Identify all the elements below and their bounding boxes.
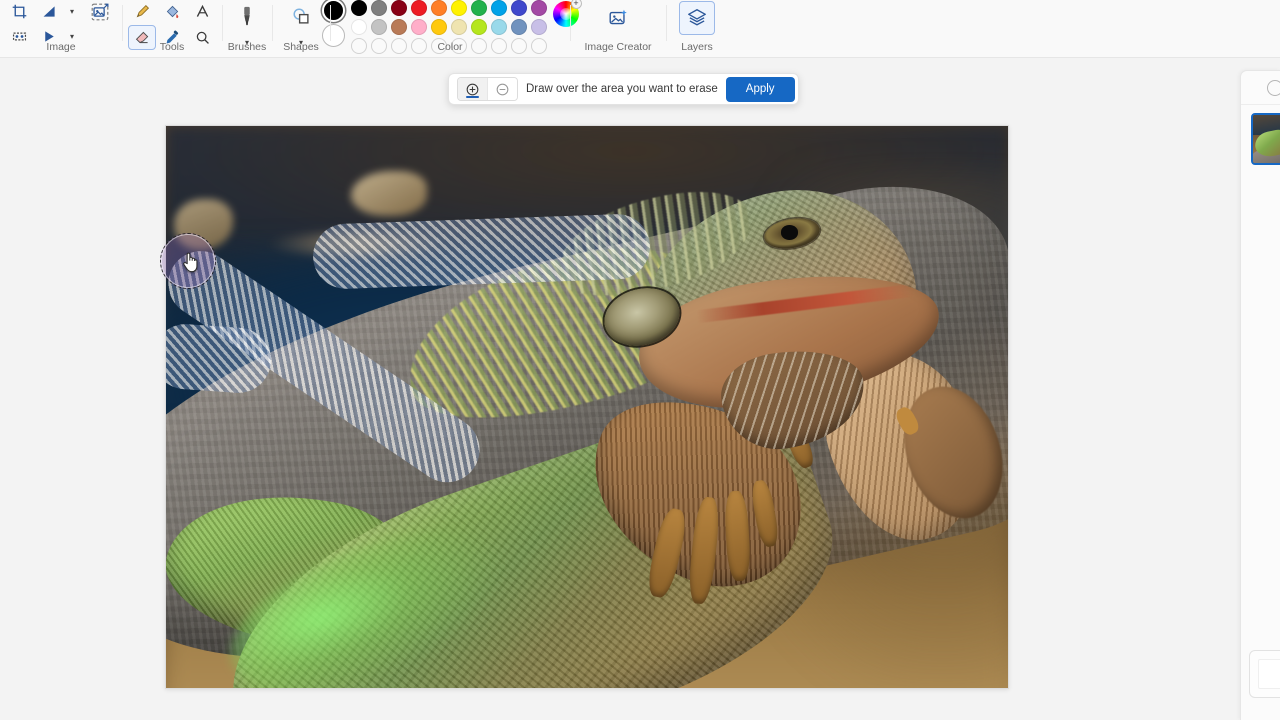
resize-dropdown-chevron-icon[interactable]: ▾ (65, 2, 79, 22)
layers-icon[interactable] (679, 1, 715, 35)
paint-app-window: ▾ ▾ (0, 0, 1280, 720)
color-swatch[interactable] (531, 0, 547, 16)
color-swatch[interactable] (371, 0, 387, 16)
color-swatch[interactable] (531, 19, 547, 35)
color-swatch[interactable] (511, 19, 527, 35)
erase-hint-text: Draw over the area you want to erase (526, 83, 718, 95)
color-swatch[interactable] (511, 0, 527, 16)
color-swatch[interactable] (431, 0, 447, 16)
color-swatch[interactable] (351, 19, 367, 35)
layers-panel-header (1241, 71, 1280, 105)
layer-visibility-icon[interactable] (1267, 80, 1280, 96)
fill-icon[interactable] (158, 0, 186, 24)
color-swatch[interactable] (411, 19, 427, 35)
color-swatch[interactable] (391, 0, 407, 16)
add-layer-icon (1258, 659, 1280, 689)
color-swatch[interactable] (411, 0, 427, 16)
ribbon-group-label-image: Image (0, 41, 122, 53)
color-swatch[interactable] (491, 19, 507, 35)
color-swatch[interactable] (431, 19, 447, 35)
apply-button[interactable]: Apply (726, 77, 795, 102)
shapes-icon[interactable] (284, 0, 318, 33)
color-swatch[interactable] (351, 0, 367, 16)
ribbon-group-label-image-creator: Image Creator (570, 41, 666, 53)
color-swatch[interactable] (451, 0, 467, 16)
color-swatch[interactable] (371, 19, 387, 35)
canvas-photo (166, 126, 1008, 688)
ribbon-group-color: + Color (330, 0, 570, 57)
image-creator-icon[interactable] (601, 1, 635, 35)
color-palette-row-1 (351, 0, 547, 16)
brushes-icon[interactable] (230, 0, 264, 33)
color-swatch[interactable] (451, 19, 467, 35)
color-swatch[interactable] (471, 0, 487, 16)
text-icon[interactable] (188, 0, 216, 24)
ribbon-group-label-tools: Tools (122, 41, 222, 53)
ribbon-toolbar: ▾ ▾ (0, 0, 1280, 58)
mask-mode-segmented-control (457, 77, 518, 101)
ribbon-group-image-creator: Image Creator (570, 0, 666, 57)
resize-icon[interactable] (35, 0, 63, 24)
ribbon-group-tools: Tools (122, 0, 222, 57)
hand-pointer-cursor (182, 251, 198, 273)
color-swatch[interactable] (471, 19, 487, 35)
color-swatch[interactable] (491, 0, 507, 16)
add-layer-button[interactable] (1249, 650, 1280, 698)
erase-floating-toolbar: Draw over the area you want to erase App… (448, 73, 799, 105)
pencil-icon[interactable] (128, 0, 156, 24)
layers-panel (1240, 70, 1280, 720)
image-canvas[interactable] (165, 125, 1009, 689)
ribbon-group-label-color: Color (330, 41, 570, 53)
color-palette-row-2 (351, 19, 547, 35)
minus-circle-icon (495, 82, 510, 97)
ribbon-group-brushes: ▾ Brushes (222, 0, 272, 57)
remove-background-icon[interactable] (83, 0, 117, 29)
add-mask-button[interactable] (458, 78, 487, 100)
plus-circle-icon (465, 82, 480, 97)
subtract-mask-button[interactable] (488, 78, 517, 100)
crop-icon[interactable] (5, 0, 33, 24)
color-swatch[interactable] (391, 19, 407, 35)
ribbon-group-image: ▾ ▾ (0, 0, 122, 57)
primary-color-swatch[interactable] (322, 0, 345, 22)
layer-thumbnail[interactable] (1251, 113, 1280, 165)
ribbon-group-layers: Layers (666, 0, 728, 57)
ribbon-group-label-layers: Layers (666, 41, 728, 53)
ribbon-group-label-brushes: Brushes (222, 41, 272, 53)
